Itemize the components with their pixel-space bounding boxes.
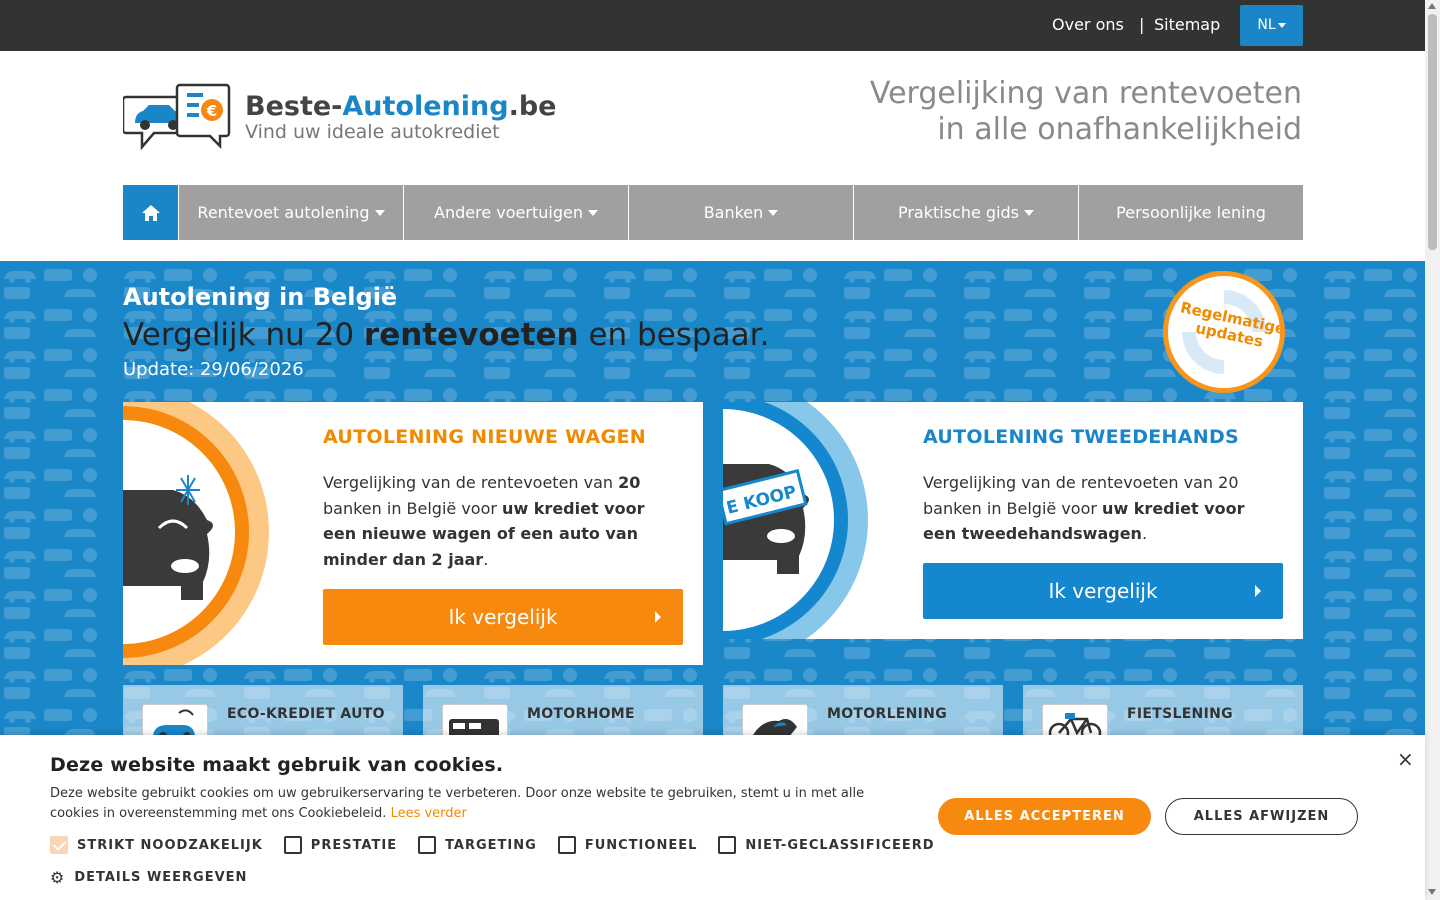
tile-label: ECO-KREDIET AUTO <box>227 706 385 722</box>
scrollbar-thumb[interactable] <box>1428 14 1437 250</box>
card-new-description: Vergelijking van de rentevoeten van 20 b… <box>323 473 645 569</box>
tile-fietslening[interactable]: FIETSLENING <box>1023 685 1303 741</box>
chevron-down-icon <box>1277 22 1286 28</box>
sitemap-link[interactable]: Sitemap <box>1154 15 1220 34</box>
site-logo[interactable]: € Beste-Autolening.be Vind uw ideale aut… <box>121 83 556 155</box>
language-label: NL <box>1257 17 1276 33</box>
logo-speech-bubbles-icon: € <box>121 83 231 151</box>
compare-used-button[interactable]: Ik vergelijk <box>923 563 1283 619</box>
new-car-icon <box>123 402 269 665</box>
close-icon[interactable]: × <box>1397 747 1414 771</box>
tile-label: MOTORHOME <box>527 706 635 722</box>
cookie-banner: Deze website maakt gebruik van cookies. … <box>0 735 1425 900</box>
cookie-title: Deze website maakt gebruik van cookies. <box>50 754 504 776</box>
main-nav: Rentevoet autolening Andere voertuigen B… <box>123 185 1303 240</box>
hero-lead: Vergelijk nu 20 rentevoeten en bespaar. <box>123 317 770 353</box>
show-details-button[interactable]: ⚙ DETAILS WEERGEVEN <box>50 868 247 887</box>
tile-motorhome[interactable]: MOTORHOME <box>423 685 703 741</box>
about-link[interactable]: Over ons <box>1052 15 1124 34</box>
used-car-icon: E KOOP <box>723 402 868 639</box>
checkbox-strikt-noodzakelijk[interactable]: STRIKT NOODZAKELIJK <box>50 836 263 854</box>
nav-item-persoonlijke-lening[interactable]: Persoonlijke lening <box>1078 185 1303 240</box>
scroll-up-icon[interactable] <box>1428 3 1436 9</box>
home-icon <box>141 204 160 221</box>
tile-eco-krediet[interactable]: ECO-KREDIET AUTO <box>123 685 403 741</box>
card-new-car-loan[interactable]: AUTOLENING NIEUWE WAGEN Vergelijking van… <box>123 402 703 665</box>
checkbox-targeting[interactable]: TARGETING <box>418 836 537 854</box>
nav-item-praktische-gids[interactable]: Praktische gids <box>853 185 1078 240</box>
top-bar: Over ons | Sitemap NL <box>0 0 1425 51</box>
compare-new-button[interactable]: Ik vergelijk <box>323 589 683 645</box>
chevron-down-icon <box>1024 209 1035 216</box>
tile-motorlening[interactable]: MOTORLENING <box>723 685 1003 741</box>
chevron-down-icon <box>374 209 385 216</box>
nav-item-rentevoet[interactable]: Rentevoet autolening <box>178 185 403 240</box>
tile-label: FIETSLENING <box>1127 706 1233 722</box>
chevron-down-icon <box>768 209 779 216</box>
checkbox-prestatie[interactable]: PRESTATIE <box>283 836 397 854</box>
cookie-text: Deze website gebruikt cookies om uw gebr… <box>50 786 865 821</box>
nav-item-banken[interactable]: Banken <box>628 185 853 240</box>
card-used-description: Vergelijking van de rentevoeten van 20 b… <box>923 473 1245 543</box>
page-scrollbar[interactable] <box>1425 0 1440 900</box>
brand-tagline: Vind uw ideale autokrediet <box>245 121 500 143</box>
arrow-right-icon <box>655 611 661 623</box>
updates-badge: Regelmatige updates <box>1163 271 1285 393</box>
card-new-title: AUTOLENING NIEUWE WAGEN <box>323 426 646 448</box>
svg-text:€: € <box>206 102 217 120</box>
checkbox-icon <box>718 836 737 854</box>
checkbox-icon <box>418 836 437 854</box>
brand-name: Beste-Autolening.be <box>245 91 557 122</box>
card-used-car-loan[interactable]: E KOOP AUTOLENING TWEEDEHANDS Vergelijki… <box>723 402 1303 639</box>
nav-home-button[interactable] <box>123 185 178 240</box>
checkbox-niet-geclassificeerd[interactable]: NIET-GECLASSIFICEERD <box>718 836 934 854</box>
checkbox-checked-icon <box>50 836 68 854</box>
nav-item-andere-voertuigen[interactable]: Andere voertuigen <box>403 185 628 240</box>
accept-all-button[interactable]: ALLES ACCEPTEREN <box>938 798 1151 835</box>
gear-icon: ⚙ <box>50 868 66 887</box>
read-more-link[interactable]: Lees verder <box>391 806 467 821</box>
checkbox-functioneel[interactable]: FUNCTIONEEL <box>557 836 698 854</box>
cookie-categories: STRIKT NOODZAKELIJK PRESTATIE TARGETING … <box>50 836 956 854</box>
arrow-right-icon <box>1255 585 1261 597</box>
tile-label: MOTORLENING <box>827 706 947 722</box>
chevron-down-icon <box>587 209 598 216</box>
header-slogan: Vergelijking van rentevoeten in alle ona… <box>869 76 1302 147</box>
scroll-down-icon[interactable] <box>1428 889 1436 895</box>
hero-section: Autolening in België Vergelijk nu 20 ren… <box>0 261 1425 741</box>
checkbox-icon <box>283 836 302 854</box>
reject-all-button[interactable]: ALLES AFWIJZEN <box>1165 798 1358 835</box>
card-used-title: AUTOLENING TWEEDEHANDS <box>923 426 1240 448</box>
language-selector[interactable]: NL <box>1240 5 1303 46</box>
topbar-separator: | <box>1139 15 1145 34</box>
hero-title: Autolening in België <box>123 283 398 311</box>
checkbox-icon <box>557 836 576 854</box>
update-date: Update: 29/06/2026 <box>123 359 304 380</box>
